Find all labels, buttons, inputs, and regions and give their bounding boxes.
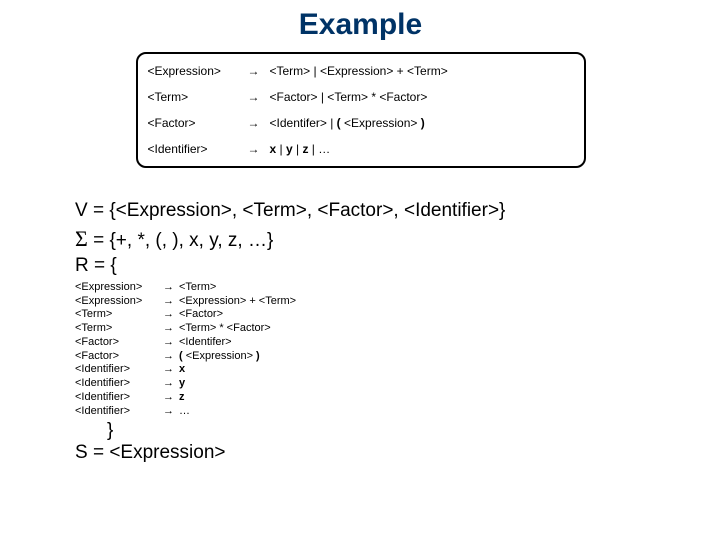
grammar-rhs: <Factor> | <Term> * <Factor> — [270, 90, 574, 104]
def-Sigma: Σ = {+, *, (, ), x, y, z, …} — [75, 224, 701, 254]
slide-title: Example — [0, 8, 721, 42]
sigma-rest: = {+, *, (, ), x, y, z, …} — [88, 230, 273, 251]
rule-rhs: <Factor> — [179, 308, 223, 322]
rule-rhs: <Term> * <Factor> — [179, 322, 271, 336]
arrow-icon: → — [163, 336, 179, 350]
def-R-close: } — [107, 420, 721, 442]
rule-lhs: <Identifier> — [75, 391, 163, 405]
rule-lhs: <Expression> — [75, 295, 163, 309]
rule-lhs: <Term> — [75, 322, 163, 336]
rule-lhs: <Identifier> — [75, 363, 163, 377]
rule-lhs: <Identifier> — [75, 377, 163, 391]
arrow-icon: → — [248, 142, 270, 156]
rules-block: <Expression>→<Term><Expression>→<Express… — [75, 281, 721, 419]
arrow-icon: → — [248, 90, 270, 104]
rule-row: <Factor>→<Identifer> — [75, 336, 721, 350]
rule-row: <Term>→<Term> * <Factor> — [75, 322, 721, 336]
arrow-icon: → — [163, 391, 179, 405]
rule-row: <Factor>→( <Expression> ) — [75, 350, 721, 364]
rule-lhs: <Factor> — [75, 350, 163, 364]
rule-row: <Expression>→<Term> — [75, 281, 721, 295]
arrow-icon: → — [163, 377, 179, 391]
rule-rhs: <Expression> + <Term> — [179, 295, 296, 309]
slide: Example <Expression>→<Term> | <Expressio… — [0, 8, 721, 541]
rule-rhs: y — [179, 377, 185, 391]
grammar-row: <Identifier>→x | y | z | … — [138, 136, 584, 162]
arrow-icon: → — [163, 308, 179, 322]
arrow-icon: → — [248, 64, 270, 78]
rule-rhs: <Identifer> — [179, 336, 232, 350]
definitions-block: V = {<Expression>, <Term>, <Factor>, <Id… — [75, 198, 701, 279]
grammar-row: <Term>→<Factor> | <Term> * <Factor> — [138, 84, 584, 110]
sigma-symbol: Σ — [75, 226, 88, 251]
grammar-row: <Factor>→<Identifer> | ( <Expression> ) — [138, 110, 584, 136]
rule-lhs: <Identifier> — [75, 405, 163, 419]
arrow-icon: → — [163, 281, 179, 295]
arrow-icon: → — [163, 363, 179, 377]
rule-lhs: <Factor> — [75, 336, 163, 350]
grammar-row: <Expression>→<Term> | <Expression> + <Te… — [138, 58, 584, 84]
grammar-lhs: <Expression> — [148, 64, 248, 78]
def-R-open: R = { — [75, 253, 701, 279]
grammar-table: <Expression>→<Term> | <Expression> + <Te… — [136, 52, 586, 168]
rule-rhs: … — [179, 405, 190, 419]
rule-rhs: ( <Expression> ) — [179, 350, 260, 364]
grammar-lhs: <Identifier> — [148, 142, 248, 156]
arrow-icon: → — [163, 405, 179, 419]
rule-row: <Expression>→<Expression> + <Term> — [75, 295, 721, 309]
rule-row: <Identifier>→y — [75, 377, 721, 391]
rule-row: <Identifier>→z — [75, 391, 721, 405]
rule-rhs: <Term> — [179, 281, 216, 295]
rule-row: <Term>→<Factor> — [75, 308, 721, 322]
arrow-icon: → — [248, 116, 270, 130]
rule-row: <Identifier>→x — [75, 363, 721, 377]
grammar-lhs: <Factor> — [148, 116, 248, 130]
arrow-icon: → — [163, 322, 179, 336]
rule-rhs: x — [179, 363, 185, 377]
arrow-icon: → — [163, 350, 179, 364]
grammar-rhs: <Identifer> | ( <Expression> ) — [270, 116, 574, 130]
rule-rhs: z — [179, 391, 185, 405]
grammar-rhs: x | y | z | … — [270, 142, 574, 156]
arrow-icon: → — [163, 295, 179, 309]
grammar-rhs: <Term> | <Expression> + <Term> — [270, 64, 574, 78]
def-S: S = <Expression> — [75, 442, 721, 464]
rule-row: <Identifier>→… — [75, 405, 721, 419]
rule-lhs: <Expression> — [75, 281, 163, 295]
rule-lhs: <Term> — [75, 308, 163, 322]
grammar-lhs: <Term> — [148, 90, 248, 104]
def-V: V = {<Expression>, <Term>, <Factor>, <Id… — [75, 198, 701, 224]
